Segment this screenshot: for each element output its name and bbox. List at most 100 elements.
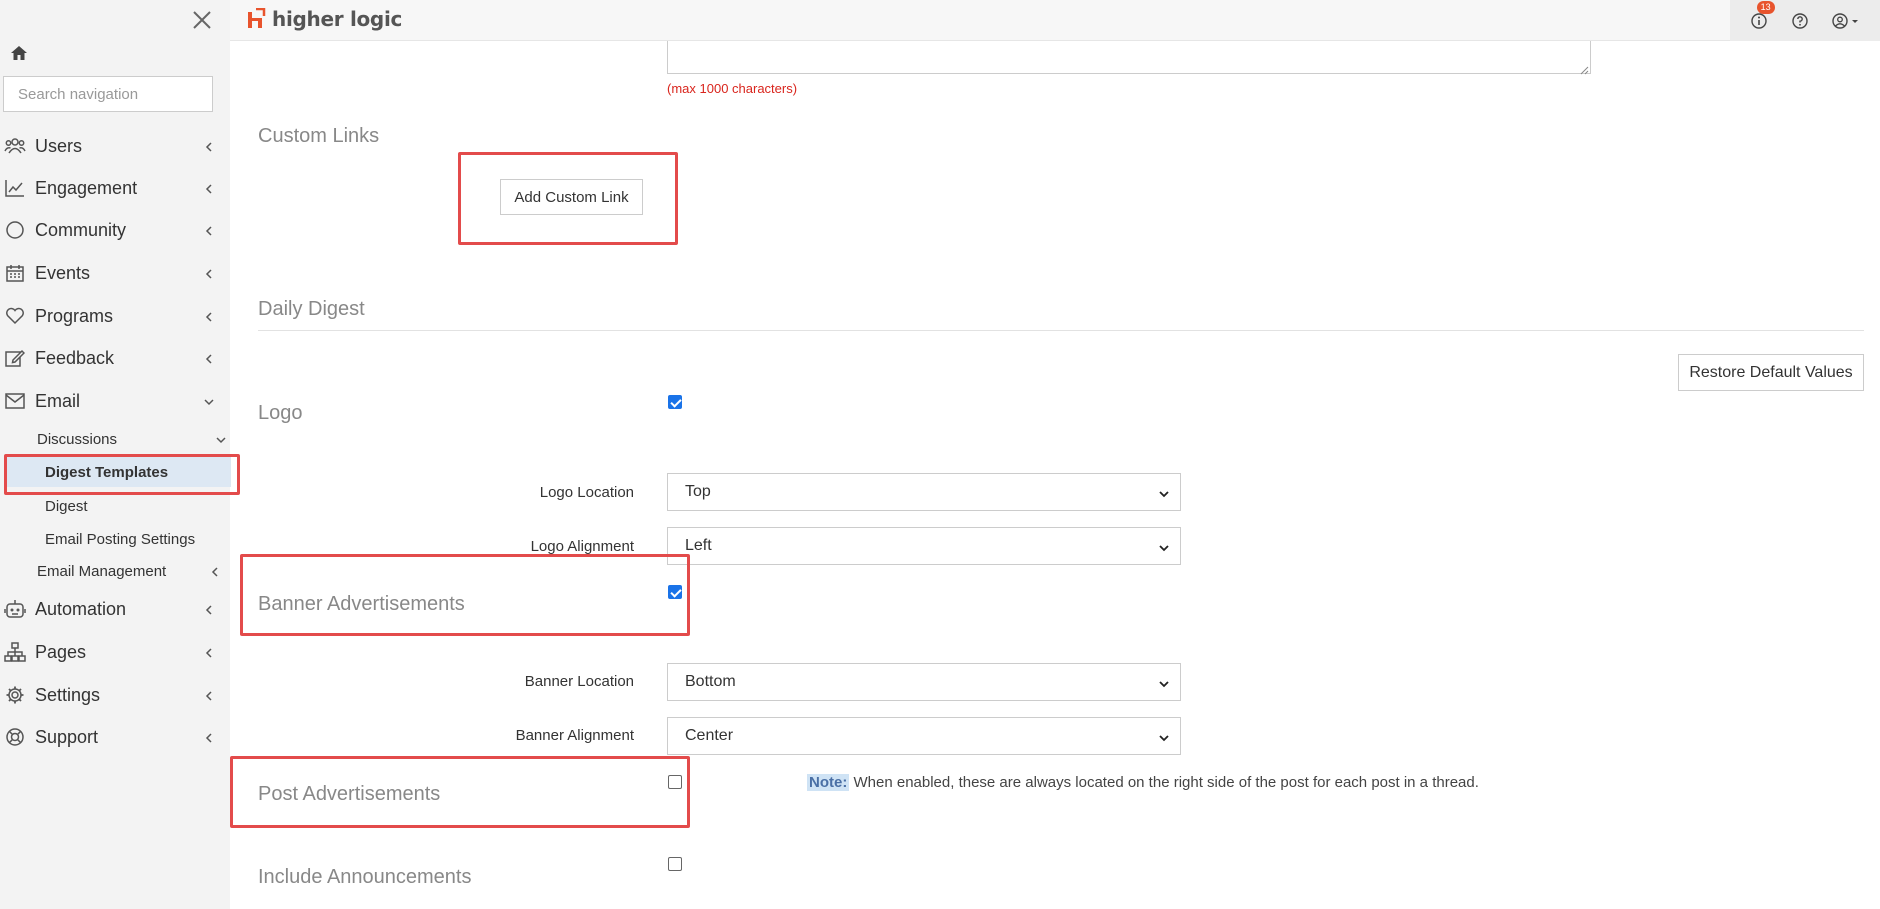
logo-location-select[interactable]: Top [667,473,1181,511]
note-label: Note: [807,774,850,791]
lifebuoy-icon [4,726,26,748]
sidebar-item-label: Support [35,726,99,747]
robot-icon [4,598,26,620]
brand-name: higher logic [272,7,403,31]
sidebar-item-label: Pages [35,641,87,662]
sidebar-item-community[interactable]: Community [0,210,222,250]
help-icon[interactable] [1790,11,1810,31]
chevron-down-icon [215,433,227,450]
chevron-down-icon [1158,487,1170,499]
main-content: (max 1000 characters) Custom Links Add C… [230,41,1880,909]
search-navigation-input[interactable] [3,76,213,112]
logo-alignment-select[interactable]: Left [667,527,1181,565]
sidebar-item-pages[interactable]: Pages [0,632,222,672]
sidebar: Users Engagement Community Events Progra… [0,0,231,909]
chevron-left-icon [203,224,215,236]
logo-heading: Logo [258,402,303,424]
sidebar-item-settings[interactable]: Settings [0,675,222,715]
custom-links-heading: Custom Links [258,125,380,147]
sidebar-item-label: Automation [35,598,127,619]
description-textarea[interactable] [667,41,1591,75]
note-text: When enabled, these are always located o… [849,774,1479,791]
higher-logic-logo-icon [246,8,266,30]
banner-location-label: Banner Location [524,673,634,690]
sidebar-item-automation[interactable]: Automation [0,589,222,629]
resize-grip-icon[interactable] [1579,62,1589,75]
add-custom-link-button[interactable]: Add Custom Link [500,179,643,215]
banner-advertisements-checkbox[interactable] [668,585,682,599]
banner-alignment-select[interactable]: Center [667,717,1181,755]
chevron-left-icon [203,182,215,194]
brand-logo[interactable]: higher logic [246,7,402,31]
envelope-icon [4,390,26,412]
edit-icon [4,347,26,369]
sidebar-subitem-label: Email Management [37,562,167,580]
logo-alignment-label: Logo Alignment [530,538,634,555]
chevron-left-icon [203,352,215,364]
chevron-left-icon [203,646,215,658]
info-icon[interactable]: 13 [1749,0,1775,31]
post-advertisements-heading: Post Advertisements [258,783,441,805]
max-characters-hint: (max 1000 characters) [667,81,798,96]
post-advertisements-checkbox[interactable] [668,775,682,789]
chevron-down-icon [1158,677,1170,689]
select-value: Top [685,483,711,500]
top-actions: 13 [1730,0,1880,41]
sidebar-subitem-label: Discussions [37,430,118,448]
chart-icon [4,177,26,199]
sidebar-subitem-email-management[interactable]: Email Management [37,556,221,586]
sidebar-item-feedback[interactable]: Feedback [0,338,222,378]
sidebar-item-support[interactable]: Support [0,717,222,757]
sidebar-item-label: Feedback [35,347,115,368]
sidebar-subitem-digest-templates[interactable]: Digest Templates [7,457,231,487]
chevron-left-icon [203,731,215,743]
select-value: Left [685,537,712,554]
sidebar-item-label: Users [35,135,83,156]
sidebar-item-users[interactable]: Users [0,126,222,166]
chevron-left-icon [203,267,215,279]
chevron-left-icon [203,689,215,701]
include-announcements-heading: Include Announcements [258,866,472,888]
chevron-down-icon [1158,731,1170,743]
logo-checkbox[interactable] [668,395,682,409]
sidebar-item-label: Settings [35,684,101,705]
chevron-left-icon [209,565,221,582]
daily-digest-heading: Daily Digest [258,298,365,320]
select-value: Center [685,727,734,744]
chevron-left-icon [203,310,215,322]
sidebar-subitem-discussions[interactable]: Discussions [37,424,227,454]
sidebar-item-programs[interactable]: Programs [0,296,222,336]
heart-icon [4,305,26,327]
post-advertisements-note: Note: When enabled, these are always loc… [807,774,1479,791]
sidebar-subitem-email-posting-settings[interactable]: Email Posting Settings [45,524,195,554]
chevron-left-icon [203,603,215,615]
calendar-icon [4,262,26,284]
sidebar-item-label: Engagement [35,177,138,198]
restore-default-values-button[interactable]: Restore Default Values [1678,354,1864,391]
chevron-down-icon [1158,541,1170,553]
include-announcements-checkbox[interactable] [668,857,682,871]
top-bar: higher logic 13 [230,0,1880,41]
sidebar-subitem-label: Digest Templates [45,463,169,481]
sidebar-item-label: Events [35,262,91,283]
sidebar-item-email[interactable]: Email [0,381,222,421]
sidebar-item-label: Community [35,219,127,240]
sidebar-item-engagement[interactable]: Engagement [0,168,222,208]
users-icon [4,135,26,157]
banner-location-select[interactable]: Bottom [667,663,1181,701]
gear-icon [4,684,26,706]
divider [258,330,1864,331]
circle-icon [4,219,26,241]
sidebar-subitem-digest[interactable]: Digest [45,491,88,521]
chevron-down-icon [203,395,215,407]
sidebar-subitem-label: Email Posting Settings [45,530,196,548]
sitemap-icon [4,641,26,663]
close-icon[interactable] [190,8,214,32]
notification-badge: 13 [1756,0,1775,14]
select-value: Bottom [685,673,736,690]
user-menu-icon[interactable] [1831,11,1861,31]
sidebar-item-events[interactable]: Events [0,253,222,293]
home-icon[interactable] [10,44,28,62]
chevron-left-icon [203,140,215,152]
sidebar-subitem-label: Digest [45,497,88,515]
